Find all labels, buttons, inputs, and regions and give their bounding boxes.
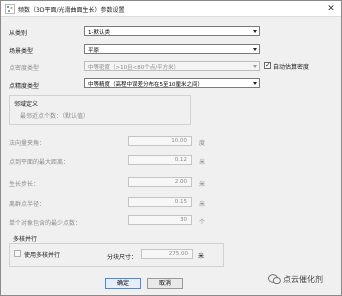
category-label: 从类别 <box>9 30 28 37</box>
outlier-radius-value: 0.15 <box>174 199 187 205</box>
density-select[interactable]: 中等密度（>10且<80个点/平方米） <box>84 61 260 71</box>
ok-button[interactable]: 确定 <box>105 278 141 289</box>
min-neighbors-label: 最邻近点个数：（默认值） <box>20 113 90 120</box>
outlier-radius-input[interactable]: 0.15 <box>128 197 192 207</box>
param-label-outlier-radius: 离群点半径： <box>9 201 46 208</box>
param-label-growth-step: 生长步长： <box>9 181 40 188</box>
chevron-down-icon <box>253 82 257 85</box>
param-label-max-distance: 点到平面的最大距离： <box>9 159 70 166</box>
title-bar[interactable]: 频数（3D平面/光滑曲面生长）参数设置 ✕ <box>1 1 341 17</box>
window-title: 频数（3D平面/光滑曲面生长）参数设置 <box>18 7 125 14</box>
param-label-normal-angle: 法向量夹角： <box>9 140 46 147</box>
block-size-input[interactable]: 275.00 <box>141 249 193 259</box>
min-points-value: 30 <box>180 217 187 223</box>
growth-step-value: 2.00 <box>174 179 187 185</box>
cancel-button[interactable]: 取消 <box>147 278 183 289</box>
normal-angle-value: 10.00 <box>171 138 187 144</box>
scene-value: 平原 <box>88 48 100 54</box>
category-value: 1-默认类 <box>88 30 110 36</box>
auto-estimate-label: 自动估算密度 <box>273 64 310 71</box>
max-distance-value: 0.12 <box>174 157 187 163</box>
normal-angle-input[interactable]: 10.00 <box>128 136 192 146</box>
chevron-down-icon <box>253 48 257 51</box>
neighborhood-title: 邻域定义 <box>14 101 39 108</box>
multicore-checkbox-label: 使用多核并行 <box>24 252 61 259</box>
chat-bubble-icon <box>268 274 281 285</box>
density-label: 点密度类型 <box>9 65 40 72</box>
scene-label: 场景类型 <box>9 48 34 55</box>
min-points-input[interactable]: 30 <box>128 215 192 225</box>
checkmark-icon: ✓ <box>265 61 271 69</box>
close-icon[interactable]: ✕ <box>323 3 339 15</box>
watermark-text: 点云催化剂 <box>283 275 323 284</box>
scene-select[interactable]: 平原 <box>84 44 260 54</box>
min-points-unit: 个 <box>199 219 206 226</box>
cloud-value: 中等精度（高程中误差分布在5至10厘米之间） <box>88 82 203 88</box>
app-icon <box>5 4 15 14</box>
outlier-radius-unit: 米 <box>199 201 206 208</box>
multicore-checkbox[interactable] <box>14 250 21 257</box>
block-size-unit: 米 <box>198 253 205 260</box>
dialog-window: 频数（3D平面/光滑曲面生长）参数设置 ✕ 从类别 1-默认类 场景类型 平原 … <box>0 0 342 296</box>
chevron-down-icon <box>253 30 257 33</box>
block-size-label: 分块尺寸： <box>107 254 138 261</box>
normal-angle-unit: 度 <box>199 140 206 147</box>
growth-step-input[interactable]: 2.00 <box>128 177 192 187</box>
block-size-value: 275.00 <box>168 251 188 257</box>
max-distance-input[interactable]: 0.12 <box>128 155 192 165</box>
max-distance-unit: 米 <box>199 159 206 166</box>
density-value: 中等密度（>10且<80个点/平方米） <box>88 65 180 71</box>
chevron-down-icon <box>253 65 257 68</box>
auto-estimate-checkbox[interactable]: ✓ <box>264 61 271 69</box>
cloud-label: 点精度类型 <box>9 83 40 90</box>
growth-step-unit: 米 <box>199 181 206 188</box>
cloud-select[interactable]: 中等精度（高程中误差分布在5至10厘米之间） <box>84 78 260 88</box>
multicore-title: 多核并行 <box>13 236 38 243</box>
param-label-min-points: 单个对象包含的最少点数： <box>9 220 82 227</box>
category-select[interactable]: 1-默认类 <box>84 26 260 36</box>
